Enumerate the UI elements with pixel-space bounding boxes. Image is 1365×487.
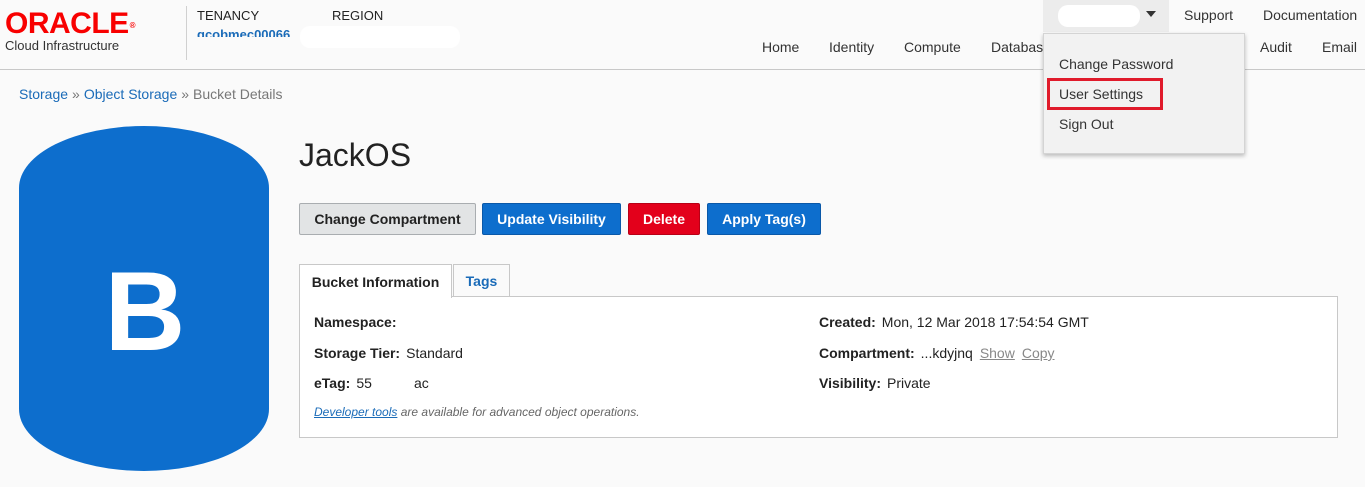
storage-tier-label: Storage Tier: <box>314 345 401 361</box>
compartment-field: Compartment: ...kdyjnq Show Copy <box>819 345 1055 361</box>
created-label: Created: <box>819 314 876 330</box>
bucket-name-title: JackOS <box>299 137 412 173</box>
breadcrumb-current: Bucket Details <box>193 86 283 102</box>
documentation-link[interactable]: Documentation <box>1263 7 1357 23</box>
update-visibility-button[interactable]: Update Visibility <box>482 203 621 235</box>
namespace-label: Namespace: <box>314 314 397 330</box>
visibility-field: Visibility: Private <box>819 375 931 391</box>
header-divider <box>186 6 187 60</box>
storage-tier-value: Standard <box>406 345 463 361</box>
developer-tools-note: Developer tools are available for advanc… <box>314 405 640 419</box>
breadcrumb-storage[interactable]: Storage <box>19 86 68 102</box>
copy-compartment-link[interactable]: Copy <box>1022 345 1055 361</box>
bucket-letter: B <box>105 249 186 374</box>
developer-tools-link[interactable]: Developer tools <box>314 405 397 419</box>
breadcrumb: Storage» Object Storage» Bucket Details <box>19 86 283 102</box>
tenancy-label: TENANCY <box>197 8 260 23</box>
tab-bucket-information[interactable]: Bucket Information <box>299 264 452 298</box>
namespace-field: Namespace: <box>314 314 403 330</box>
nav-email[interactable]: Email <box>1322 39 1357 55</box>
created-value: Mon, 12 Mar 2018 17:54:54 GMT <box>881 314 1089 330</box>
redacted-username <box>1058 5 1140 27</box>
oracle-logo[interactable]: ORACLE® Cloud Infrastructure <box>5 9 175 54</box>
change-compartment-button[interactable]: Change Compartment <box>299 203 476 235</box>
compartment-label: Compartment: <box>819 345 915 361</box>
logo-subtitle: Cloud Infrastructure <box>5 38 120 53</box>
nav-home[interactable]: Home <box>762 39 799 55</box>
etag-value: 55 <box>356 375 372 391</box>
etag-fragment: ac <box>414 375 429 391</box>
tab-tags[interactable]: Tags <box>453 264 510 297</box>
tenancy-value[interactable]: gcobmec00066 <box>197 27 290 37</box>
menu-item-change-password[interactable]: Change Password <box>1059 56 1173 72</box>
caret-down-icon[interactable] <box>1146 11 1156 17</box>
page: ORACLE® Cloud Infrastructure TENANCY gco… <box>0 0 1365 487</box>
logo-wordmark: ORACLE® <box>5 9 175 39</box>
menu-item-sign-out[interactable]: Sign Out <box>1059 116 1113 132</box>
etag-field: eTag: 55 <box>314 375 372 391</box>
nav-database[interactable]: Databas <box>991 39 1043 55</box>
visibility-label: Visibility: <box>819 375 881 391</box>
support-link[interactable]: Support <box>1184 7 1233 23</box>
breadcrumb-separator: » <box>181 86 190 102</box>
region-label: REGION <box>332 8 384 23</box>
storage-tier-field: Storage Tier: Standard <box>314 345 463 361</box>
bucket-info-panel: Namespace: Storage Tier: Standard eTag: 55… <box>299 296 1338 438</box>
redacted-etag <box>375 373 615 395</box>
created-field: Created: Mon, 12 Mar 2018 17:54:54 GMT <box>819 314 1089 330</box>
developer-tools-text: are available for advanced object operat… <box>397 405 640 419</box>
etag-label: eTag: <box>314 375 351 391</box>
logo-text: ORACLE <box>5 7 129 40</box>
nav-audit[interactable]: Audit <box>1260 39 1292 55</box>
registered-mark: ® <box>129 21 136 30</box>
delete-button[interactable]: Delete <box>628 203 700 235</box>
redacted-region-value <box>300 26 460 48</box>
highlight-box <box>1047 78 1163 110</box>
show-compartment-link[interactable]: Show <box>980 345 1015 361</box>
visibility-value: Private <box>886 375 931 391</box>
bucket-icon: B <box>19 126 269 471</box>
compartment-value: ...kdyjnq <box>920 345 973 361</box>
nav-compute[interactable]: Compute <box>904 39 961 55</box>
redacted-namespace <box>405 309 505 333</box>
breadcrumb-object-storage[interactable]: Object Storage <box>84 86 177 102</box>
nav-identity[interactable]: Identity <box>829 39 874 55</box>
apply-tags-button[interactable]: Apply Tag(s) <box>707 203 821 235</box>
breadcrumb-separator: » <box>72 86 80 102</box>
